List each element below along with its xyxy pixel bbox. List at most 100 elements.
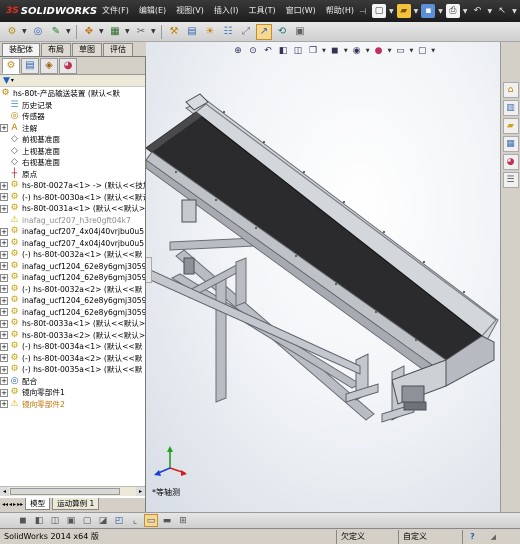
- expand-icon[interactable]: +: [0, 262, 8, 271]
- take-snapshot-icon[interactable]: ▣: [292, 24, 308, 40]
- move-component-icon[interactable]: ✥: [81, 24, 97, 40]
- tree-item[interactable]: ◇ 前视基准面: [0, 134, 145, 146]
- view-settings-icon[interactable]: ▢: [416, 46, 428, 56]
- config-manager-icon[interactable]: ◈: [40, 57, 58, 74]
- tab-evaluate[interactable]: 评估: [103, 43, 133, 56]
- view-palette-icon[interactable]: ▦: [502, 136, 519, 152]
- tree-item[interactable]: + ◎ 配合: [0, 376, 145, 388]
- tree-horizontal-scrollbar[interactable]: ◂ ▸: [0, 486, 145, 496]
- custom-properties-icon[interactable]: ☰: [502, 172, 519, 188]
- select-arrow-icon[interactable]: ↖: [495, 4, 509, 18]
- expand-icon[interactable]: +: [0, 227, 8, 236]
- menu-insert[interactable]: 插入(I): [209, 0, 244, 22]
- tree-item[interactable]: ◇ 上视基准面: [0, 146, 145, 158]
- file-explorer-icon[interactable]: ▰: [502, 118, 519, 134]
- menu-help[interactable]: 帮助(H): [321, 0, 359, 22]
- design-library-icon[interactable]: ▥: [502, 100, 519, 116]
- help-icon[interactable]: ?: [462, 529, 482, 544]
- tree-item[interactable]: + ⚙ (-) hs-80t-0032a<2> (默认<<默: [0, 284, 145, 296]
- tree-item[interactable]: + ⚠ 镜向零部件2: [0, 399, 145, 411]
- resize-grip-icon[interactable]: ◢: [482, 533, 496, 541]
- tab-layout[interactable]: 布局: [41, 43, 71, 56]
- expand-icon[interactable]: +: [0, 204, 8, 213]
- show-hidden-icon[interactable]: ✂: [133, 24, 149, 40]
- expand-icon[interactable]: +: [0, 319, 8, 328]
- tree-item[interactable]: ┼ 原点: [0, 169, 145, 181]
- tree-item[interactable]: + ⚙ (-) hs-80t-0035a<1> (默认<<默: [0, 364, 145, 376]
- scroll-thumb[interactable]: [10, 488, 120, 495]
- graphics-area[interactable]: ⊕ ⊙ ↶ ◧ ◫ ❒ ▼ ◼ ▼ ◉ ▼ ● ▼ ▭ ▼ ▢ ▼ *等轴测: [146, 42, 500, 512]
- smart-fastener-icon[interactable]: ✎: [48, 24, 64, 40]
- section-view-bottom-icon[interactable]: ◰: [112, 514, 126, 527]
- orientation-icon[interactable]: ⌞: [128, 514, 142, 527]
- zoom-to-area-icon[interactable]: ⊙: [247, 46, 259, 56]
- smart-fastener-dropdown-icon[interactable]: ▼: [66, 28, 72, 35]
- tree-item[interactable]: + ⚙ (-) hs-80t-0032a<1> (默认<<默: [0, 249, 145, 261]
- tree-item[interactable]: ◇ 右视基准面: [0, 157, 145, 169]
- first-tab-icon[interactable]: ◂◂: [2, 501, 8, 508]
- expand-icon[interactable]: +: [0, 388, 8, 397]
- apply-scene-icon[interactable]: ▭: [394, 46, 406, 56]
- tree-filter[interactable]: ▼ ▾: [0, 75, 145, 87]
- previous-view-icon[interactable]: ↶: [262, 46, 274, 56]
- print-icon[interactable]: ⎙: [445, 4, 460, 18]
- tab-sketch[interactable]: 草图: [72, 43, 102, 56]
- feature-tree-icon[interactable]: ⚙: [2, 57, 20, 74]
- view-orientation-icon[interactable]: ❒: [307, 46, 319, 56]
- shaded-edges-icon[interactable]: ◼: [16, 514, 30, 527]
- tree-item[interactable]: + ⚙ (-) hs-80t-0034a<2> (默认<<默: [0, 353, 145, 365]
- open-folder-icon[interactable]: ▰: [396, 4, 411, 18]
- scroll-right-icon[interactable]: ▸: [136, 487, 145, 496]
- menu-file[interactable]: 文件(F): [97, 0, 134, 22]
- expand-icon[interactable]: +: [0, 273, 8, 282]
- tree-item[interactable]: ⚠ inafag_ucf207_h3re0gft04k7: [0, 215, 145, 227]
- appearances-icon[interactable]: ◕: [502, 154, 519, 170]
- tree-item[interactable]: + ⚙ hs-80t-0033a<1> (默认<<默认>_: [0, 318, 145, 330]
- four-view-icon[interactable]: ⊞: [176, 514, 190, 527]
- scroll-left-icon[interactable]: ◂: [0, 487, 9, 496]
- solidworks-resources-icon[interactable]: ⌂: [502, 82, 519, 98]
- exploded-view-icon[interactable]: ⤢: [238, 24, 254, 40]
- last-tab-icon[interactable]: ▸▸: [17, 501, 23, 508]
- display-style-icon[interactable]: ◼: [329, 46, 341, 56]
- display-manager-icon[interactable]: ◕: [59, 57, 77, 74]
- wireframe-icon[interactable]: ▢: [80, 514, 94, 527]
- save-icon[interactable]: ▪: [421, 4, 436, 18]
- reference-geometry-icon[interactable]: ▤: [184, 24, 200, 40]
- pin-icon[interactable]: ⊣: [359, 0, 366, 22]
- prev-tab-icon[interactable]: ◂: [9, 501, 12, 508]
- insert-component-icon[interactable]: ⚙: [4, 24, 20, 40]
- tree-item[interactable]: + ⚙ inafag_ucf207_4x04j40vrjbu0u5: [0, 238, 145, 250]
- print-dropdown-icon[interactable]: ▼: [463, 8, 468, 15]
- show-hidden-dropdown-icon[interactable]: ▼: [151, 28, 157, 35]
- dynamic-annotation-icon[interactable]: ◫: [292, 46, 304, 56]
- save-dropdown-icon[interactable]: ▼: [438, 8, 443, 15]
- mate-icon[interactable]: ◎: [30, 24, 46, 40]
- new-dropdown-icon[interactable]: ▼: [389, 8, 394, 15]
- tree-item[interactable]: + ⚙ inafag_ucf1204_62e8y6gmj3059u: [0, 261, 145, 273]
- expand-icon[interactable]: +: [0, 308, 8, 317]
- tree-item[interactable]: + ⚙ hs-80t-0031a<1> (默认<<默认>_: [0, 203, 145, 215]
- tree-item[interactable]: + ⚙ inafag_ucf207_4x04j40vrjbu0u5: [0, 226, 145, 238]
- expand-icon[interactable]: +: [0, 285, 8, 294]
- tree-item[interactable]: + ⚙ inafag_ucf1204_62e8y6gmj3059u: [0, 307, 145, 319]
- move-component-dropdown-icon[interactable]: ▼: [99, 28, 105, 35]
- edit-appearance-icon[interactable]: ●: [373, 46, 385, 56]
- tab-nav-arrows[interactable]: ◂◂ ◂ ▸ ▸▸: [2, 498, 23, 508]
- next-tab-icon[interactable]: ▸: [13, 501, 16, 508]
- expand-icon[interactable]: +: [0, 239, 8, 248]
- tab-assembly[interactable]: 装配体: [2, 43, 40, 56]
- expand-icon[interactable]: +: [0, 354, 8, 363]
- hide-show-items-icon[interactable]: ◉: [351, 46, 363, 56]
- menu-view[interactable]: 视图(V): [171, 0, 209, 22]
- expand-icon[interactable]: +: [0, 400, 8, 409]
- context-collapse-handle[interactable]: [146, 257, 152, 283]
- conveyor-model[interactable]: [146, 42, 500, 512]
- tab-motion-study[interactable]: 运动算例 1: [52, 498, 100, 510]
- view-orientation-dropdown-icon[interactable]: ▼: [322, 48, 326, 54]
- expand-icon[interactable]: +: [0, 250, 8, 259]
- menu-edit[interactable]: 编辑(E): [134, 0, 171, 22]
- tree-item[interactable]: + ⚙ (-) hs-80t-0034a<1> (默认<<默: [0, 341, 145, 353]
- expand-icon[interactable]: +: [0, 181, 8, 190]
- tree-item[interactable]: + ⚙ hs-80t-0027a<1> -> (默认<<技加: [0, 180, 145, 192]
